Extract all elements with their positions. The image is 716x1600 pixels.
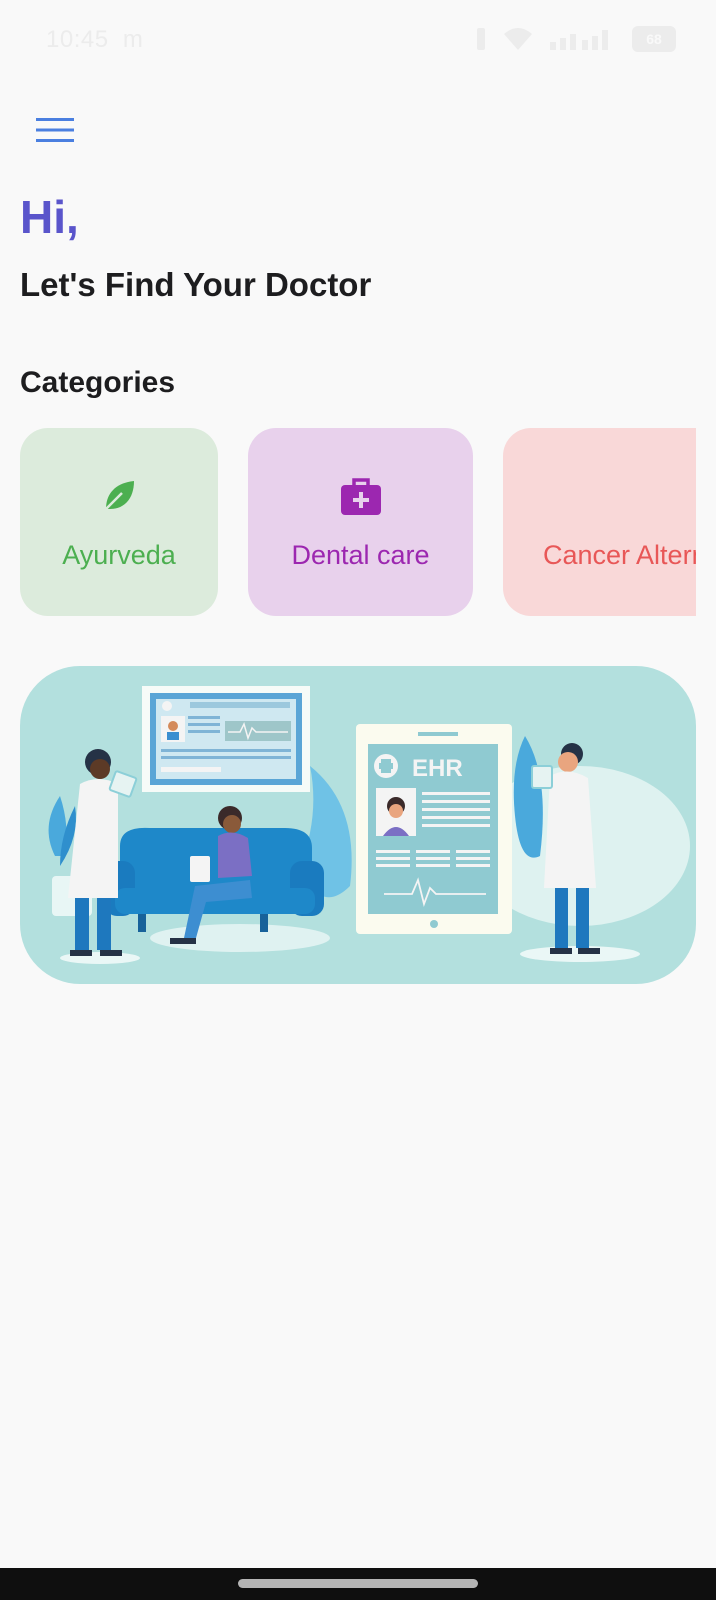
home-indicator[interactable]: [238, 1579, 478, 1588]
battery-icon: 68: [632, 26, 676, 52]
status-time: 10:45 m: [46, 26, 144, 53]
ehr-banner-illustration[interactable]: EHR: [20, 666, 696, 984]
category-label: Ayurveda: [62, 539, 176, 570]
status-icons: 68: [474, 26, 676, 52]
vibrate-icon: [477, 28, 485, 50]
ehr-label: EHR: [412, 755, 463, 782]
menu-button[interactable]: [30, 110, 80, 150]
categories-heading: Categories: [20, 366, 176, 399]
leaf-icon: [102, 474, 136, 518]
page-subtitle: Let's Find Your Doctor: [20, 266, 372, 303]
doctors-ehr-illustration: EHR: [48, 686, 690, 964]
categories-carousel[interactable]: Ayurveda Dental care Cancer Alternative: [20, 428, 696, 616]
category-card-dental-care[interactable]: Dental care: [248, 428, 473, 616]
signal-icon: [550, 30, 608, 50]
status-bar: 10:45 m 68: [0, 0, 716, 80]
medical-bag-icon: [340, 474, 381, 518]
app-screen: 10:45 m 68 Hi, Let's Find Your Doctor Ca…: [0, 0, 716, 1600]
category-card-cancer-alternative[interactable]: Cancer Alternative: [503, 428, 696, 616]
hamburger-menu-icon: [36, 118, 74, 142]
system-navigation-bar: [0, 1568, 716, 1600]
category-label: Dental care: [291, 539, 430, 570]
category-card-ayurveda[interactable]: Ayurveda: [20, 428, 218, 616]
wifi-icon: [504, 28, 532, 50]
greeting-text: Hi,: [20, 191, 79, 243]
category-label: Cancer Alternative: [543, 539, 696, 570]
